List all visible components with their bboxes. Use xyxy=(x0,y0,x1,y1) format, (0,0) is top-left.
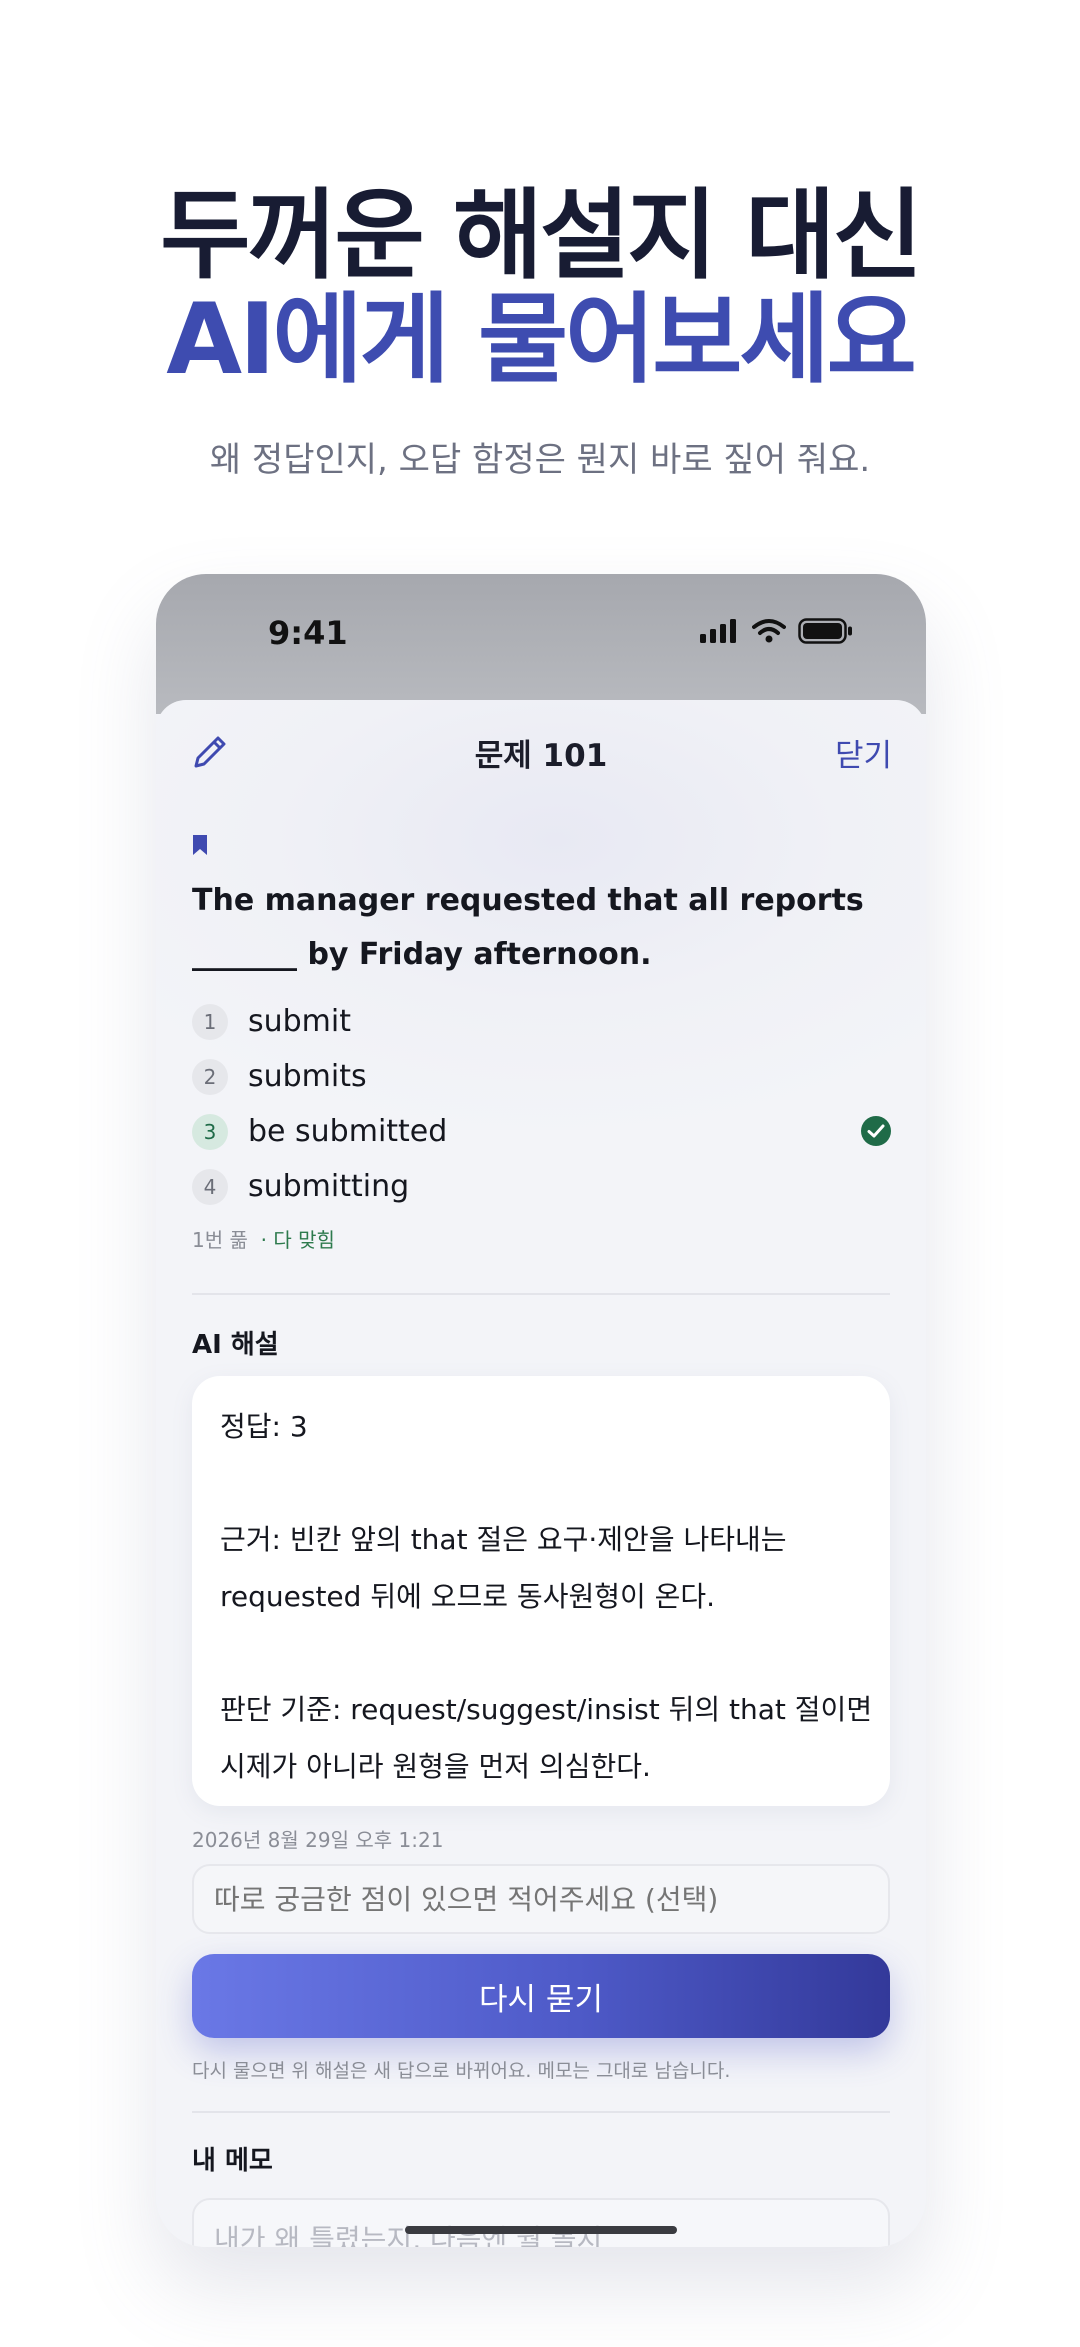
battery-icon xyxy=(798,618,852,644)
nav-title: 문제 101 xyxy=(474,738,608,774)
choice-number: 3 xyxy=(192,1113,228,1150)
memo-field[interactable]: 내가 왜 틀렸는지, 다음엔 뭘 볼지 xyxy=(192,2198,890,2247)
ai-explanation-heading: AI 해설 xyxy=(192,1330,279,1360)
attempt-count: 1번 풂 xyxy=(192,1228,248,1252)
choice-1[interactable]: 1 submit xyxy=(192,994,892,1049)
hero-title-line2: AI에게 물어보세요 xyxy=(166,283,917,397)
ai-answer-card: 정답: 3 근거: 빈칸 앞의 that 절은 요구·제안을 나타내는 requ… xyxy=(192,1376,890,1806)
choice-list: 1 submit 2 submits 3 be submitted 4 subm… xyxy=(192,994,892,1214)
reason-line-2: requested 뒤에 오므로 동사원형이 온다. xyxy=(220,1580,716,1613)
status-bar: 9:41 xyxy=(156,574,926,714)
phone-mockup: 9:41 문제 101 닫기 The manager requested tha… xyxy=(156,574,926,2247)
choice-number: 4 xyxy=(192,1168,228,1205)
hero-subtitle: 왜 정답인지, 오답 함정은 뭔지 바로 짚어 줘요. xyxy=(209,440,871,480)
hero-title-line1: 두꺼운 해설지 대신 xyxy=(160,179,923,293)
problem-sheet: 문제 101 닫기 The manager requested that all… xyxy=(156,700,926,2247)
ask-again-note: 다시 물으면 위 해설은 새 답으로 바뀌어요. 메모는 그대로 남습니다. xyxy=(192,2060,731,2082)
choice-3[interactable]: 3 be submitted xyxy=(192,1104,892,1159)
divider xyxy=(192,2111,890,2113)
ask-again-button[interactable]: 다시 묻기 xyxy=(192,1954,890,2038)
choice-4[interactable]: 4 submitting xyxy=(192,1159,892,1214)
divider xyxy=(192,1293,890,1295)
choice-number: 1 xyxy=(192,1003,228,1040)
choice-label: submit xyxy=(248,1004,352,1039)
bookmark-icon[interactable] xyxy=(192,834,208,856)
choice-label: be submitted xyxy=(248,1114,448,1149)
criteria-line-1: 판단 기준: request/suggest/insist 뒤의 that 절이… xyxy=(220,1693,873,1726)
answer-line: 정답: 3 xyxy=(220,1410,308,1443)
question-text: The manager requested that all reports _… xyxy=(192,883,864,972)
cellular-signal-icon xyxy=(700,619,736,643)
choice-number: 2 xyxy=(192,1058,228,1095)
choice-label: submits xyxy=(248,1059,367,1094)
wifi-icon xyxy=(752,619,786,643)
explanation-timestamp: 2026년 8월 29일 오후 1:21 xyxy=(192,1828,444,1852)
check-circle-icon xyxy=(861,1116,891,1146)
followup-question-input[interactable] xyxy=(192,1864,890,1934)
choice-2[interactable]: 2 submits xyxy=(192,1049,892,1104)
status-time: 9:41 xyxy=(268,614,348,652)
memo-heading: 내 메모 xyxy=(192,2146,273,2176)
attempt-info: 1번 풂 · 다 맞힘 xyxy=(192,1224,335,1253)
status-icons xyxy=(700,618,854,644)
home-indicator xyxy=(405,2226,677,2234)
choice-label: submitting xyxy=(248,1169,410,1204)
criteria-line-2: 시제가 아니라 원형을 먼저 의심한다. xyxy=(220,1750,651,1783)
close-button[interactable]: 닫기 xyxy=(835,730,892,775)
result-badge: · 다 맞힘 xyxy=(260,1228,335,1252)
reason-line-1: 근거: 빈칸 앞의 that 절은 요구·제안을 나타내는 xyxy=(220,1523,787,1556)
